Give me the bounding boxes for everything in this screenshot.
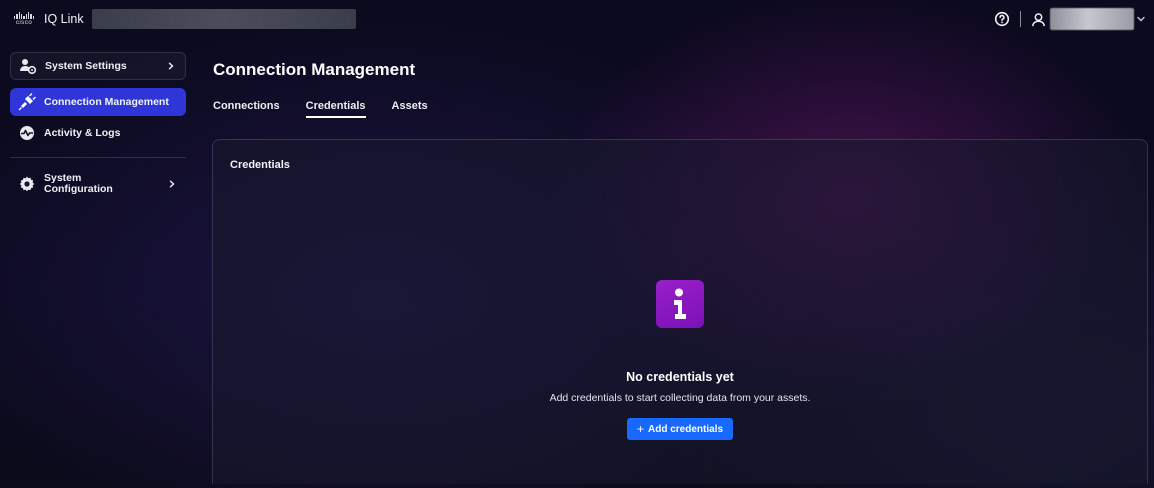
tab-credentials[interactable]: Credentials <box>305 100 366 118</box>
brand[interactable]: cisco IQ Link <box>10 9 84 29</box>
users-gear-icon <box>19 57 37 75</box>
tab-connections[interactable]: Connections <box>213 100 280 118</box>
sidebar-item-label: Connection Management <box>44 96 169 108</box>
cisco-logo-text: cisco <box>15 18 33 26</box>
sidebar-item-label: System Settings <box>45 60 127 72</box>
sidebar-item-label: Activity & Logs <box>44 127 121 139</box>
chevron-right-icon <box>169 180 175 188</box>
sidebar-item-system-configuration[interactable]: System Configuration <box>10 166 186 202</box>
app-title: IQ Link <box>44 12 84 26</box>
help-circle-icon[interactable] <box>994 11 1010 27</box>
top-bar: cisco IQ Link <box>4 4 1150 34</box>
plus-icon: + <box>636 422 644 436</box>
sidebar-divider <box>10 157 186 158</box>
sidebar-item-connection-management[interactable]: Connection Management <box>10 88 186 116</box>
cisco-logo-bars-icon <box>13 11 35 19</box>
plug-icon <box>18 93 36 111</box>
activity-icon <box>18 124 36 142</box>
empty-state-description: Add credentials to start collecting data… <box>549 392 811 404</box>
sidebar: System Settings Connection Management Ac… <box>10 52 186 202</box>
user-icon[interactable] <box>1031 12 1046 27</box>
add-credentials-label: Add credentials <box>647 423 724 435</box>
sidebar-item-label-line2: Configuration <box>44 183 113 195</box>
info-icon <box>656 280 704 328</box>
credentials-card: Credentials No credentials yet Add crede… <box>212 139 1148 484</box>
app-window: cisco IQ Link System Settings Connection… <box>4 4 1150 484</box>
tab-assets[interactable]: Assets <box>392 100 428 118</box>
empty-state-title: No credentials yet <box>626 370 734 384</box>
redacted-title-area <box>91 9 356 29</box>
sidebar-item-activity-logs[interactable]: Activity & Logs <box>10 119 186 147</box>
chevron-right-icon <box>168 62 174 70</box>
chevron-down-icon[interactable] <box>1136 14 1146 24</box>
header-divider <box>1020 11 1021 27</box>
page-title: Connection Management <box>213 60 416 79</box>
redacted-user-name[interactable] <box>1050 8 1134 30</box>
sidebar-item-system-settings[interactable]: System Settings <box>10 52 186 80</box>
header-actions <box>994 4 1146 34</box>
cisco-logo: cisco <box>10 9 38 29</box>
card-title: Credentials <box>230 159 290 171</box>
gear-icon <box>18 175 36 193</box>
tab-bar: Connections Credentials Assets <box>213 100 454 118</box>
empty-state: No credentials yet Add credentials to st… <box>213 280 1147 440</box>
sidebar-item-label: System Configuration <box>44 173 113 195</box>
add-credentials-button[interactable]: + Add credentials <box>626 418 734 440</box>
